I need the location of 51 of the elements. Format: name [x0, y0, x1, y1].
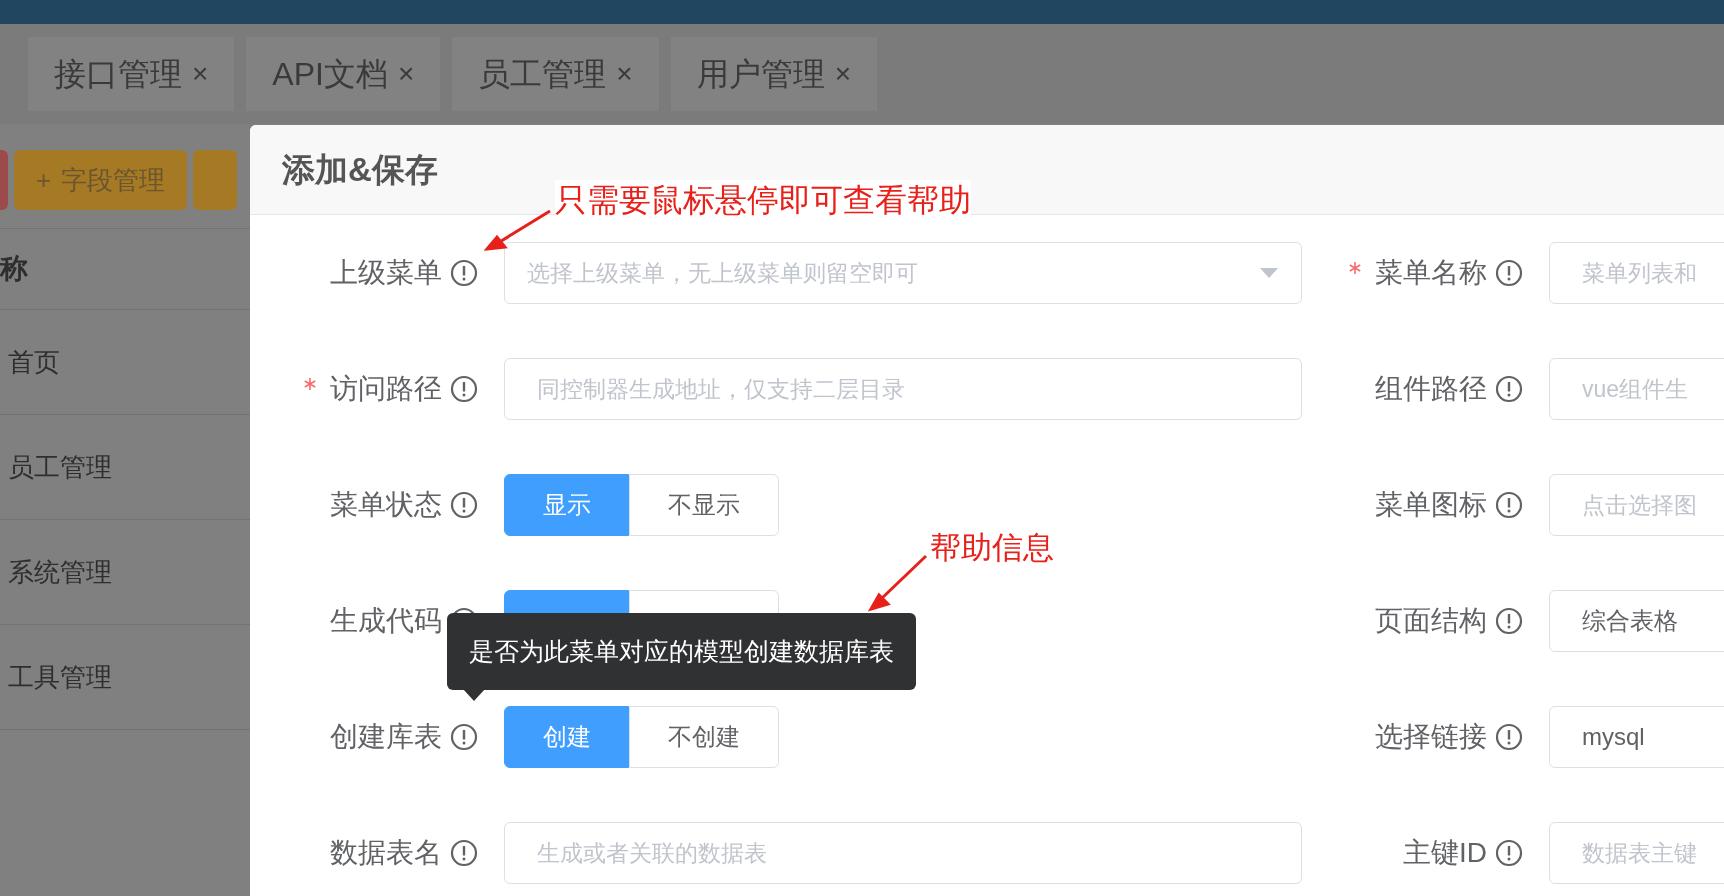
tab[interactable]: 用户管理 × [670, 37, 877, 111]
exclamation-circle-icon[interactable] [1495, 375, 1523, 403]
tooltip-arrow-icon [463, 689, 485, 701]
annotation-arrow [484, 209, 552, 251]
field-label: 组件路径 [1375, 372, 1487, 406]
field-label: 访问路径 [330, 372, 442, 406]
segment-button[interactable]: 显示 [504, 474, 629, 536]
segment-button[interactable]: 不创建 [629, 706, 779, 768]
field-label: 菜单名称 [1375, 256, 1487, 290]
input-field[interactable]: 菜单列表和 [1549, 242, 1724, 304]
dialog-title: 添加&保存 [282, 149, 438, 190]
exclamation-circle-icon[interactable] [450, 839, 478, 867]
exclamation-circle-icon[interactable] [450, 491, 478, 519]
exclamation-circle-icon[interactable] [450, 723, 478, 751]
field-label: 页面结构 [1375, 604, 1487, 638]
exclamation-circle-icon[interactable] [1495, 259, 1523, 287]
field-label: 生成代码 [330, 604, 442, 638]
close-icon[interactable]: × [616, 53, 633, 95]
field-label: 上级菜单 [330, 256, 442, 290]
close-icon[interactable]: × [397, 53, 415, 95]
tab[interactable]: 接口管理 × [28, 37, 235, 111]
field-label: 选择链接 [1375, 720, 1487, 754]
select-field[interactable]: 选择上级菜单，无上级菜单则留空即可 [504, 242, 1302, 304]
toolbar-button[interactable]: + 字段管理 [14, 150, 188, 210]
tab[interactable]: API文档 × [246, 37, 441, 111]
caret-down-icon [1259, 267, 1279, 279]
exclamation-circle-icon[interactable] [1495, 723, 1523, 751]
exclamation-circle-icon[interactable] [1495, 839, 1523, 867]
input-field[interactable]: 同控制器生成地址，仅支持二层目录 [504, 358, 1302, 420]
input-field[interactable]: vue组件生 [1549, 358, 1724, 420]
close-icon[interactable]: × [834, 53, 851, 95]
field-label: 数据表名 [330, 836, 442, 870]
field-label: 菜单图标 [1375, 488, 1487, 522]
segment-button[interactable]: 不显示 [629, 474, 779, 536]
exclamation-circle-icon[interactable] [1495, 491, 1523, 519]
annotation-arrow [868, 554, 928, 612]
field-label: 创建库表 [330, 720, 442, 754]
field-label: 菜单状态 [330, 488, 442, 522]
field-label: 主键ID [1403, 836, 1487, 870]
exclamation-circle-icon[interactable] [1495, 607, 1523, 635]
input-field[interactable]: 点击选择图 [1549, 474, 1724, 536]
annotation-text: 帮助信息 [930, 529, 1054, 567]
input-field[interactable]: 综合表格 [1549, 590, 1724, 652]
input-field[interactable]: 生成或者关联的数据表 [504, 822, 1302, 884]
input-field[interactable]: 数据表主键 [1549, 822, 1724, 884]
exclamation-circle-icon[interactable] [450, 375, 478, 403]
close-icon[interactable]: × [192, 53, 209, 95]
tab[interactable]: 员工管理 × [452, 37, 659, 111]
input-field[interactable]: mysql [1549, 706, 1724, 768]
segment-button[interactable]: 创建 [504, 706, 629, 768]
exclamation-circle-icon[interactable] [450, 259, 478, 287]
